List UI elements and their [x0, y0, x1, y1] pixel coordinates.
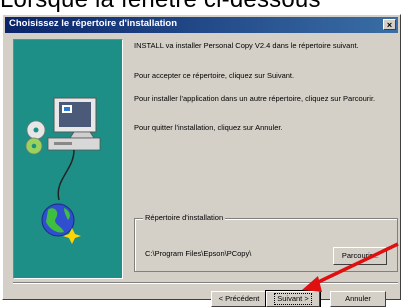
- caption-text: Lorsque la fenêtre ci-dessous: [0, 0, 321, 14]
- instruction-browse: Pour installer l'application dans un aut…: [134, 94, 376, 103]
- previous-button[interactable]: < Précédent: [211, 291, 267, 307]
- instruction-install: INSTALL va installer Personal Copy V2.4 …: [134, 41, 359, 50]
- next-button[interactable]: Suivant >: [265, 290, 321, 307]
- instruction-quit: Pour quitter l'installation, cliquez sur…: [134, 123, 283, 132]
- window-title: Choisissez le répertoire d'installation: [9, 18, 178, 29]
- title-bar: Choisissez le répertoire d'installation …: [5, 17, 398, 33]
- installer-illustration: [13, 39, 123, 279]
- cancel-button[interactable]: Annuler: [330, 291, 386, 307]
- computer-cd-globe-icon: [25, 97, 101, 244]
- close-button[interactable]: ×: [383, 19, 396, 30]
- browse-button[interactable]: Parcourir...: [333, 247, 387, 265]
- installer-dialog: Choisissez le répertoire d'installation …: [2, 14, 401, 307]
- next-button-label: Suivant >: [274, 293, 312, 305]
- button-separator: [13, 282, 398, 284]
- instruction-accept: Pour accepter ce répertoire, cliquez sur…: [134, 71, 295, 80]
- destination-path: C:\Program Files\Epson\PCopy\: [145, 249, 252, 258]
- destination-label: Répertoire d'installation: [143, 213, 226, 222]
